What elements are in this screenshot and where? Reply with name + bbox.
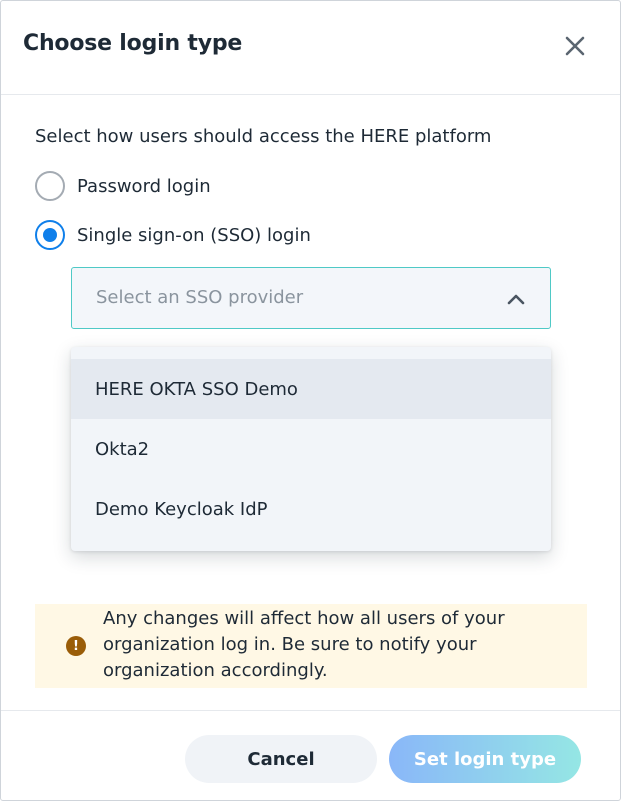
sso-option-here-okta[interactable]: HERE OKTA SSO Demo: [71, 359, 551, 419]
dialog-footer: Cancel Set login type: [1, 710, 620, 800]
sso-login-label: Single sign-on (SSO) login: [77, 224, 311, 246]
close-icon: [565, 36, 585, 56]
close-button[interactable]: [561, 32, 589, 60]
sso-provider-placeholder: Select an SSO provider: [96, 287, 304, 308]
cancel-button[interactable]: Cancel: [185, 735, 377, 783]
sso-provider-dropdown: HERE OKTA SSO Demo Okta2 Demo Keycloak I…: [71, 347, 551, 551]
dialog-title: Choose login type: [23, 31, 243, 56]
warning-notice: ! Any changes will affect how all users …: [35, 604, 587, 688]
password-login-radio[interactable]: [35, 171, 65, 201]
password-login-option[interactable]: Password login: [35, 171, 211, 201]
password-login-label: Password login: [77, 175, 211, 197]
sso-login-option[interactable]: Single sign-on (SSO) login: [35, 220, 311, 250]
warning-text: Any changes will affect how all users of…: [103, 608, 505, 681]
sso-option-demo-keycloak[interactable]: Demo Keycloak IdP: [71, 479, 551, 539]
login-type-dialog: Choose login type Select how users shoul…: [0, 0, 621, 801]
set-login-type-button[interactable]: Set login type: [389, 735, 581, 783]
sso-provider-select[interactable]: Select an SSO provider: [71, 267, 551, 329]
sso-option-okta2[interactable]: Okta2: [71, 419, 551, 479]
sso-login-radio[interactable]: [35, 220, 65, 250]
intro-text: Select how users should access the HERE …: [35, 126, 492, 147]
chevron-up-icon: [507, 294, 525, 305]
exclamation-icon: !: [66, 636, 86, 656]
dialog-header: Choose login type: [1, 1, 620, 95]
